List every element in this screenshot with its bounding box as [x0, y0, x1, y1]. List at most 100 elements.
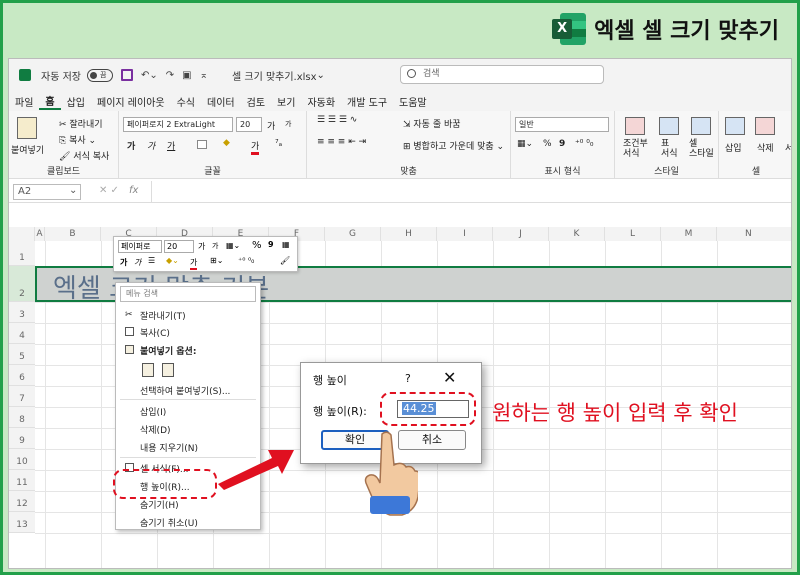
conditional-format-icon[interactable]: [625, 117, 645, 135]
delete-cells-icon[interactable]: [755, 117, 775, 135]
close-icon[interactable]: ✕: [443, 368, 456, 387]
tab-help[interactable]: 도움말: [393, 94, 433, 109]
copy-menu-item[interactable]: 복사(C): [140, 326, 170, 339]
mini-size-select[interactable]: 20: [164, 240, 194, 253]
format-painter-icon[interactable]: 🖌: [280, 256, 290, 265]
tab-review[interactable]: 검토: [241, 94, 271, 109]
decimal-icon[interactable]: ⁺⁰ ⁰₀: [575, 139, 593, 149]
customize-icon[interactable]: ⌅: [200, 70, 208, 81]
row-header[interactable]: 3: [9, 302, 35, 323]
column-header[interactable]: G: [325, 227, 381, 241]
font-name-select[interactable]: 페이퍼로지 2 ExtraLight: [123, 117, 233, 132]
cell-styles-icon[interactable]: [691, 117, 711, 135]
row-header[interactable]: 7: [9, 386, 35, 407]
mini-shrink-button[interactable]: 가: [212, 241, 218, 251]
column-header[interactable]: K: [549, 227, 605, 241]
tab-home[interactable]: 홈: [39, 93, 61, 110]
row-header[interactable]: 4: [9, 323, 35, 344]
delete-cells-button[interactable]: 삭제: [757, 141, 774, 154]
chevron-down-icon[interactable]: ⌄: [317, 70, 325, 81]
column-header[interactable]: M: [661, 227, 717, 241]
copy-button[interactable]: ⎘ 복사 ⌄: [59, 133, 96, 146]
undo-icon[interactable]: ↶⌄: [141, 70, 158, 81]
grow-font-button[interactable]: 가: [267, 119, 275, 132]
redo-icon[interactable]: ↷: [166, 70, 174, 81]
tab-file[interactable]: 파일: [9, 94, 39, 109]
accounting-icon[interactable]: ▦⌄: [517, 139, 533, 149]
cut-button[interactable]: ✂ 잘라내기: [59, 117, 103, 130]
mini-grow-button[interactable]: 가: [198, 241, 205, 252]
mini-font-color-button[interactable]: 가: [190, 257, 198, 270]
top-align-icon[interactable]: ☰ ☰ ☰ ∿: [317, 115, 357, 125]
row-header[interactable]: 12: [9, 491, 35, 512]
row-header[interactable]: 9: [9, 428, 35, 449]
bold-button[interactable]: 가: [127, 139, 135, 152]
column-header[interactable]: B: [45, 227, 101, 241]
mini-bold-button[interactable]: 가: [120, 257, 127, 268]
autosave-toggle[interactable]: 끔: [86, 68, 113, 82]
underline-button[interactable]: 가: [167, 139, 175, 152]
row-header[interactable]: 5: [9, 344, 35, 365]
insert-cells-button[interactable]: 삽입: [725, 141, 742, 154]
formula-input[interactable]: [151, 181, 791, 203]
row-header[interactable]: 10: [9, 449, 35, 470]
insert-cells-icon[interactable]: [725, 117, 745, 135]
hide-menu-item[interactable]: 숨기기(H): [140, 498, 179, 511]
row-header[interactable]: 6: [9, 365, 35, 386]
format-cells-button[interactable]: 서: [785, 141, 791, 154]
tab-insert[interactable]: 삽입: [61, 94, 91, 109]
clear-contents-menu-item[interactable]: 내용 지우기(N): [140, 441, 198, 454]
search-input[interactable]: 검색: [400, 65, 604, 84]
mini-font-select[interactable]: 페이퍼로: [118, 240, 162, 253]
fill-color-icon[interactable]: ◆: [223, 138, 230, 148]
column-header[interactable]: A: [35, 227, 45, 241]
cell-styles-button[interactable]: 셀 스타일: [689, 139, 714, 159]
accounting-icon[interactable]: ▦⌄: [226, 241, 240, 250]
font-size-select[interactable]: 20: [236, 117, 262, 132]
percent-button[interactable]: %: [543, 139, 552, 149]
unhide-menu-item[interactable]: 숨기기 취소(U): [140, 516, 198, 529]
decimal-icon[interactable]: ⁺⁰ ⁰₀: [238, 256, 254, 265]
border-icon[interactable]: ⊞⌄: [210, 256, 223, 265]
file-name[interactable]: 셀 크기 맞추기.xlsx: [232, 68, 317, 83]
number-format-select[interactable]: 일반: [515, 117, 609, 132]
paste-special-menu-item[interactable]: 선택하여 붙여넣기(S)...: [140, 384, 230, 397]
paste-option-icon[interactable]: [142, 363, 154, 377]
column-header[interactable]: I: [437, 227, 493, 241]
wrap-text-button[interactable]: ⇲ 자동 줄 바꿈: [403, 117, 461, 130]
comma-button[interactable]: 9: [559, 139, 565, 149]
form-icon[interactable]: ▣: [182, 70, 191, 81]
cancel-check-icon[interactable]: ✕ ✓: [99, 185, 119, 196]
column-header[interactable]: L: [605, 227, 661, 241]
insert-menu-item[interactable]: 삽입(I): [140, 405, 166, 418]
font-color-button[interactable]: 가: [251, 139, 260, 155]
row-header[interactable]: 11: [9, 470, 35, 491]
conditional-format-button[interactable]: 조건부 서식: [623, 139, 648, 159]
column-header[interactable]: J: [493, 227, 549, 241]
delete-menu-item[interactable]: 삭제(D): [140, 423, 171, 436]
border-icon[interactable]: [197, 140, 207, 149]
tab-page-layout[interactable]: 페이지 레이아웃: [91, 94, 171, 109]
row-header[interactable]: 1: [9, 241, 35, 266]
shrink-font-button[interactable]: 가: [285, 119, 291, 129]
row-header[interactable]: 2: [9, 266, 35, 302]
tab-view[interactable]: 보기: [271, 94, 301, 109]
phonetic-icon[interactable]: ⁷ₐ: [275, 139, 282, 149]
fill-color-icon[interactable]: ◆⌄: [166, 256, 179, 265]
chevron-down-icon[interactable]: ⌄: [69, 185, 77, 196]
help-icon[interactable]: ?: [405, 372, 411, 385]
column-header[interactable]: N: [717, 227, 791, 241]
paste-button[interactable]: 붙여넣기: [11, 143, 44, 156]
mini-percent-button[interactable]: %: [252, 240, 262, 251]
tab-developer[interactable]: 개발 도구: [341, 94, 393, 109]
tab-automate[interactable]: 자동화: [301, 94, 341, 109]
column-header[interactable]: H: [381, 227, 437, 241]
select-all-corner[interactable]: [9, 227, 35, 241]
menu-search-input[interactable]: 메뉴 검색: [120, 286, 256, 302]
tab-formulas[interactable]: 수식: [171, 94, 201, 109]
merge-center-button[interactable]: ⊞ 병합하고 가운데 맞춤 ⌄: [403, 139, 504, 152]
tab-data[interactable]: 데이터: [201, 94, 241, 109]
save-icon[interactable]: [120, 69, 133, 81]
mini-italic-button[interactable]: 가: [134, 257, 141, 268]
row-header[interactable]: 8: [9, 407, 35, 428]
